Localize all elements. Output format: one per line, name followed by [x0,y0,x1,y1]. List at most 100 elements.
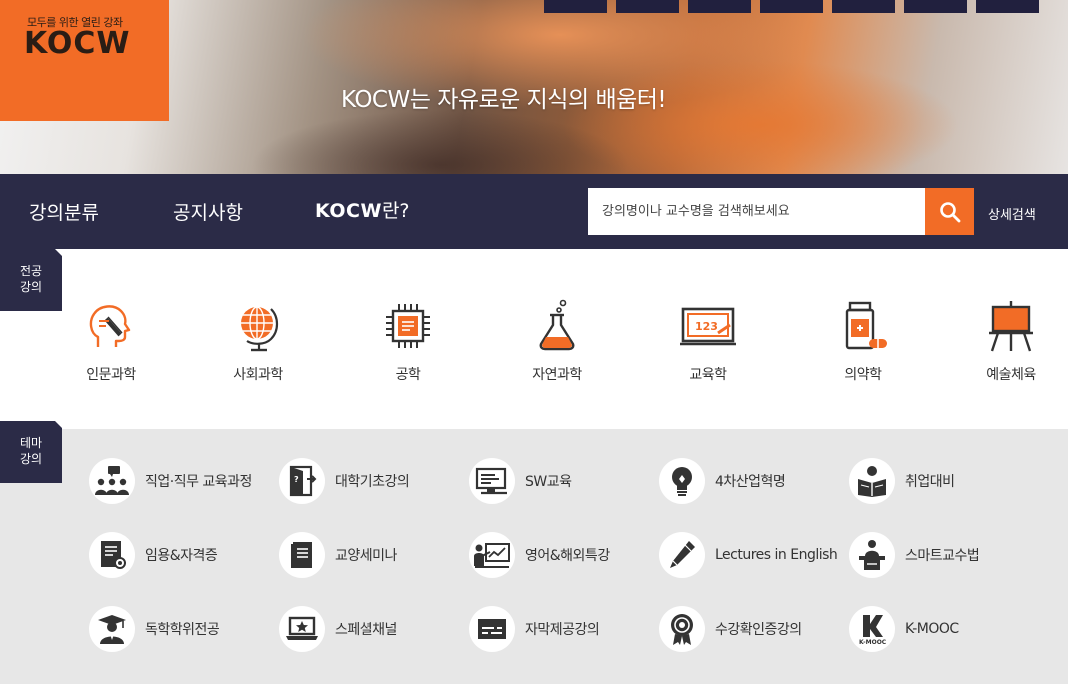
logo[interactable]: 모두를 위한 열린 강좌 KOCW [0,0,169,121]
theme-english-overseas[interactable]: 영어&해외특강 [469,532,610,578]
caption-icon [478,619,506,639]
major-engineering[interactable]: 공학 [353,299,463,384]
presenter-icon [474,543,510,568]
bottom-strip [0,684,1068,691]
top-tab[interactable] [544,0,607,13]
top-tab[interactable] [616,0,679,13]
kmooc-icon: K-MOOC [859,615,887,645]
book-icon [291,542,312,568]
medal-icon [671,614,693,645]
svg-text:?: ? [294,475,299,484]
major-label: 공학 [395,367,421,383]
top-tab[interactable] [976,0,1039,13]
theme-4th-industrial[interactable]: 4차산업혁명 [659,458,786,504]
theme-job-prep[interactable]: 취업대비 [849,458,955,504]
top-tab[interactable] [688,0,751,13]
theme-label: 영어&해외특강 [525,548,610,564]
theme-subtitled-lectures[interactable]: 자막제공강의 [469,606,600,652]
nav-notice[interactable]: 공지사항 [173,198,243,225]
svg-text:K-MOOC: K-MOOC [859,639,887,645]
theme-label: 자막제공강의 [525,622,600,638]
major-medicine[interactable]: 의약학 [808,299,918,384]
top-tab[interactable] [904,0,967,13]
major-label-line2: 강의 [19,280,43,294]
theme-label: 직업·직무 교육과정 [145,474,252,490]
bulb-icon [672,467,692,496]
major-label: 사회과학 [233,367,283,383]
logo-wordmark: KOCW [24,26,131,61]
major-label-line1: 전공 [19,264,43,278]
laptop-star-icon [286,616,318,640]
major-section-label: 전공 강의 [0,249,62,311]
pen-icon [670,541,695,568]
theme-label: 취업대비 [905,474,955,490]
top-tab[interactable] [832,0,895,13]
door-icon: ? [289,465,317,497]
theme-label-line2: 강의 [19,452,43,466]
blackboard-icon: 123 [680,307,736,346]
major-label: 의약학 [844,367,882,383]
hero-title: KOCW는 자유로운 지식의 배움터! [341,87,667,113]
theme-certification[interactable]: 임용&자격증 [89,532,218,578]
theme-label: 대학기초강의 [335,474,410,490]
theme-attendance-cert[interactable]: 수강확인증강의 [659,606,802,652]
theme-label-line1: 테마 [19,436,43,450]
graduate-icon [98,615,126,644]
theme-university-basics[interactable]: ? 대학기초강의 [279,458,410,504]
theme-label: 4차산업혁명 [715,474,786,490]
major-education[interactable]: 123 교육학 [653,299,763,384]
top-tab[interactable] [760,0,823,13]
certificate-icon [101,541,126,569]
theme-label: 수강확인증강의 [715,622,802,638]
nav-kocw-brand: KOCW [315,200,382,222]
theme-label: Lectures in English [715,547,838,563]
theme-self-study-degree[interactable]: 독학학위전공 [89,606,220,652]
theme-label: SW교육 [525,474,572,490]
monitor-icon [475,467,507,495]
people-chat-icon [95,466,129,495]
major-label: 예술체육 [986,367,1036,383]
theme-label: 스마트교수법 [905,548,980,564]
head-pen-icon [89,305,131,347]
reader-icon [858,466,886,497]
easel-icon [989,301,1033,352]
theme-smart-teaching[interactable]: 스마트교수법 [849,532,980,578]
theme-special-channel[interactable]: 스페셜채널 [279,606,397,652]
nav-kocw-suffix: 란? [381,200,410,222]
theme-job-training[interactable]: 직업·직무 교육과정 [89,458,252,504]
major-label: 자연과학 [532,367,582,383]
major-label: 인문과학 [86,367,136,383]
hero-banner: 모두를 위한 열린 강좌 KOCW KOCW는 자유로운 지식의 배움터! [0,0,1068,174]
theme-label: 임용&자격증 [145,548,218,564]
theme-sw-education[interactable]: SW교육 [469,458,572,504]
theme-label: 교양세미나 [335,548,397,564]
major-label: 교육학 [689,367,727,383]
flask-icon [539,299,575,351]
theme-lectures-english[interactable]: Lectures in English [659,532,838,578]
theme-section-label: 테마 강의 [0,421,62,483]
theme-label: K-MOOC [905,621,959,637]
major-humanities[interactable]: 인문과학 [56,299,166,384]
search-button[interactable] [925,188,974,235]
theme-label: 독학학위전공 [145,622,220,638]
chip-icon [386,304,430,348]
detail-search-link[interactable]: 상세검색 [988,204,1036,223]
theme-k-mooc[interactable]: K-MOOC K-MOOC [849,606,959,652]
nav-course-category[interactable]: 강의분류 [29,198,99,225]
globe-icon [241,306,279,352]
major-courses-section: 전공 강의 인문과학 사회과학 공학 자연과학 123 교육학 의약학 예술체육 [0,249,1068,429]
top-tabs [544,0,1039,13]
theme-courses-section: 테마 강의 직업·직무 교육과정 ? 대학기초강의 SW교육 4차산업혁명 취업… [0,421,1068,684]
theme-label: 스페셜채널 [335,622,397,638]
major-arts-sports[interactable]: 예술체육 [956,299,1066,384]
search-icon [939,201,960,222]
main-nav: 강의분류 공지사항 KOCW란? 상세검색 [0,174,1068,249]
svg-text:123: 123 [695,320,718,333]
nav-about-kocw[interactable]: KOCW란? [315,196,410,223]
search-input[interactable] [588,188,926,235]
major-natural-science[interactable]: 자연과학 [502,299,612,384]
medicine-icon [845,301,887,350]
lectern-icon [859,540,885,570]
major-social-science[interactable]: 사회과학 [203,299,313,384]
theme-liberal-seminar[interactable]: 교양세미나 [279,532,397,578]
